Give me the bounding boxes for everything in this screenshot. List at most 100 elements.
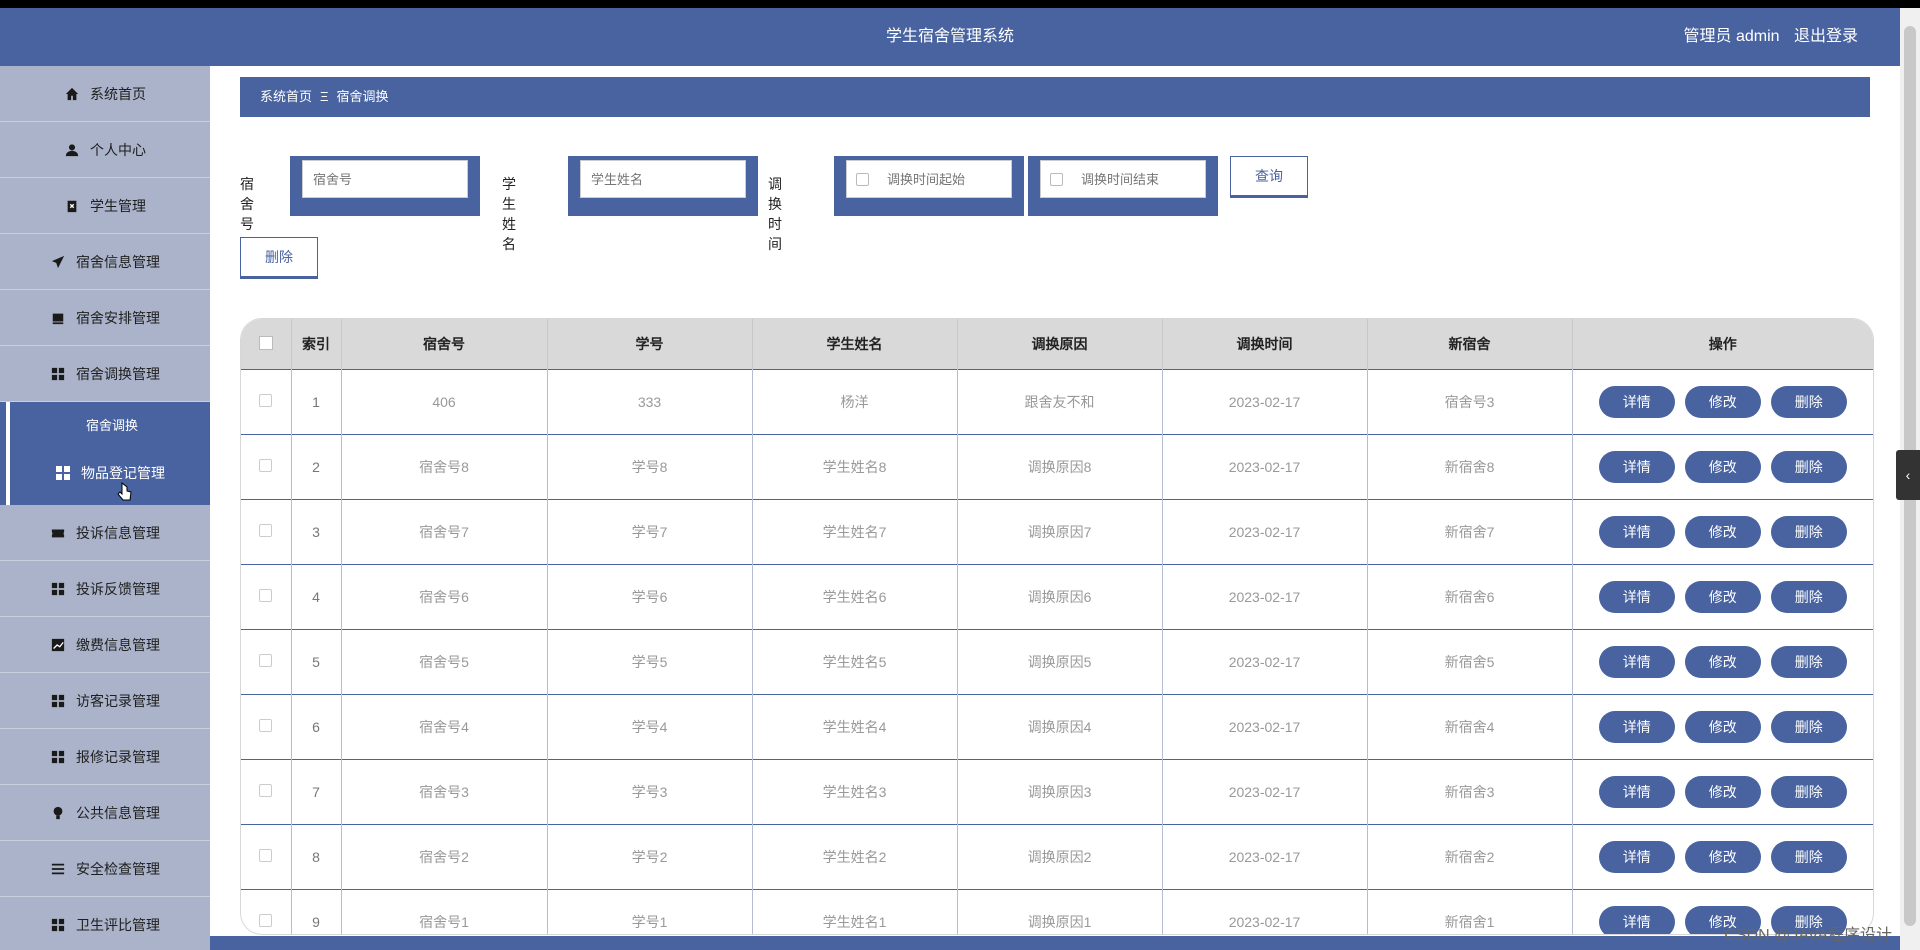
table-cell: 学号7 [547,499,753,565]
edit-button[interactable]: 修改 [1684,451,1761,483]
dorm-input[interactable] [302,160,468,198]
sidebar-item[interactable]: 访客记录管理 [0,673,210,729]
edit-button[interactable]: 修改 [1684,646,1761,678]
select-all-checkbox[interactable] [241,319,292,370]
sidebar-item[interactable]: 个人中心 [0,122,210,178]
user-area: 管理员 admin 退出登录 [1674,8,1859,66]
table-row: 6 宿舍号4 学号4 学生姓名4 调换原因4 2023-02-17 新宿舍4 详情 修改 删除 [241,694,1873,760]
watermark: CSDN @JAVA程序设计 [1724,927,1892,944]
detail-button[interactable]: 详情 [1598,711,1675,743]
table-cell: 2023-02-17 [1162,759,1368,825]
row-checkbox[interactable] [241,499,292,565]
table-cell: 调换原因7 [957,499,1163,565]
end-date-input[interactable] [1040,160,1206,198]
row-actions: 详情 修改 删除 [1572,694,1873,760]
calendar-icon [1050,173,1063,186]
sidebar-item[interactable]: 宿舍调换管理 [0,346,210,402]
sidebar-item[interactable]: 学生管理 [0,178,210,234]
sidebar-item[interactable]: 投诉反馈管理 [0,561,210,617]
detail-button[interactable]: 详情 [1598,906,1675,934]
sidebar-item-goods[interactable]: 物品登记管理 [6,449,210,497]
col-header: 调换时间 [1162,319,1368,370]
detail-button[interactable]: 详情 [1598,581,1675,613]
table-cell: 2023-02-17 [1162,499,1368,565]
sidebar-item[interactable]: 卫生评比管理 [0,897,210,950]
table-cell: 4 [291,564,342,630]
table-cell: 宿舍号2 [341,824,548,890]
detail-button[interactable]: 详情 [1598,516,1675,548]
row-checkbox[interactable] [241,759,292,825]
row-delete-button[interactable]: 删除 [1770,711,1847,743]
col-header: 宿舍号 [341,319,548,370]
row-delete-button[interactable]: 删除 [1770,841,1847,873]
sidebar-item[interactable]: 安全检查管理 [0,841,210,897]
row-delete-button[interactable]: 删除 [1770,451,1847,483]
row-delete-button[interactable]: 删除 [1770,646,1847,678]
sidebar-item[interactable]: 缴费信息管理 [0,617,210,673]
start-date-input[interactable] [846,160,1012,198]
edit-button[interactable]: 修改 [1684,581,1761,613]
detail-button[interactable]: 详情 [1598,776,1675,808]
edit-button[interactable]: 修改 [1684,841,1761,873]
detail-button[interactable]: 详情 [1598,451,1675,483]
edit-button[interactable]: 修改 [1684,386,1761,418]
breadcrumb-home[interactable]: 系统首页 [260,89,312,104]
sidebar-item[interactable]: 系统首页 [0,66,210,122]
grid-icon [50,581,66,597]
row-actions: 详情 修改 删除 [1572,564,1873,630]
chart-icon [50,637,66,653]
table-cell: 宿舍号8 [341,434,548,500]
row-checkbox[interactable] [241,694,292,760]
main-content: 系统首页 Ξ 宿舍调换 宿舍号 学生姓名 调换时间 查询 删除 [210,66,1900,936]
name-input[interactable] [580,160,746,198]
sidebar-item[interactable]: 投诉信息管理 [0,505,210,561]
row-delete-button[interactable]: 删除 [1770,516,1847,548]
table-cell: 2023-02-17 [1162,564,1368,630]
row-checkbox[interactable] [241,824,292,890]
col-header: 学号 [547,319,753,370]
row-delete-button[interactable]: 删除 [1770,581,1847,613]
table-cell: 宿舍号7 [341,499,548,565]
row-delete-button[interactable]: 删除 [1770,386,1847,418]
table-cell: 调换原因1 [957,889,1163,934]
table-cell: 学生姓名6 [752,564,958,630]
delete-button[interactable]: 删除 [240,237,318,277]
edit-button[interactable]: 修改 [1684,711,1761,743]
table-cell: 学生姓名3 [752,759,958,825]
sidebar-subitem-dorm-swap[interactable]: 宿舍调换 [6,402,210,449]
row-checkbox[interactable] [241,889,292,934]
row-checkbox[interactable] [241,369,292,435]
end-date-wrap [1028,156,1218,216]
edit-button[interactable]: 修改 [1684,776,1761,808]
table-cell: 新宿舍4 [1367,694,1573,760]
row-checkbox[interactable] [241,629,292,695]
collapse-tab[interactable]: ‹ [1896,450,1920,500]
table-cell: 学号5 [547,629,753,695]
col-header: 操作 [1572,319,1873,370]
detail-button[interactable]: 详情 [1598,386,1675,418]
sidebar-item[interactable]: 报修记录管理 [0,729,210,785]
logout-link[interactable]: 退出登录 [1794,28,1858,45]
table-cell: 杨洋 [752,369,958,435]
table-cell: 新宿舍7 [1367,499,1573,565]
user-label: 管理员 admin [1683,28,1780,45]
row-checkbox[interactable] [241,434,292,500]
query-button[interactable]: 查询 [1230,156,1308,196]
row-checkbox[interactable] [241,564,292,630]
table-cell: 学生姓名7 [752,499,958,565]
calendar-icon [856,173,869,186]
table-cell: 学生姓名2 [752,824,958,890]
detail-button[interactable]: 详情 [1598,646,1675,678]
table-cell: 调换原因6 [957,564,1163,630]
col-header: 索引 [291,319,342,370]
row-delete-button[interactable]: 删除 [1770,776,1847,808]
sidebar-item[interactable]: 宿舍信息管理 [0,234,210,290]
sidebar-item-label: 学生管理 [90,197,146,214]
sidebar-item[interactable]: 公共信息管理 [0,785,210,841]
sidebar-item[interactable]: 宿舍安排管理 [0,290,210,346]
edit-button[interactable]: 修改 [1684,516,1761,548]
col-header: 调换原因 [957,319,1163,370]
detail-button[interactable]: 详情 [1598,841,1675,873]
list-icon [50,861,66,877]
sidebar-item-label: 缴费信息管理 [76,636,160,653]
